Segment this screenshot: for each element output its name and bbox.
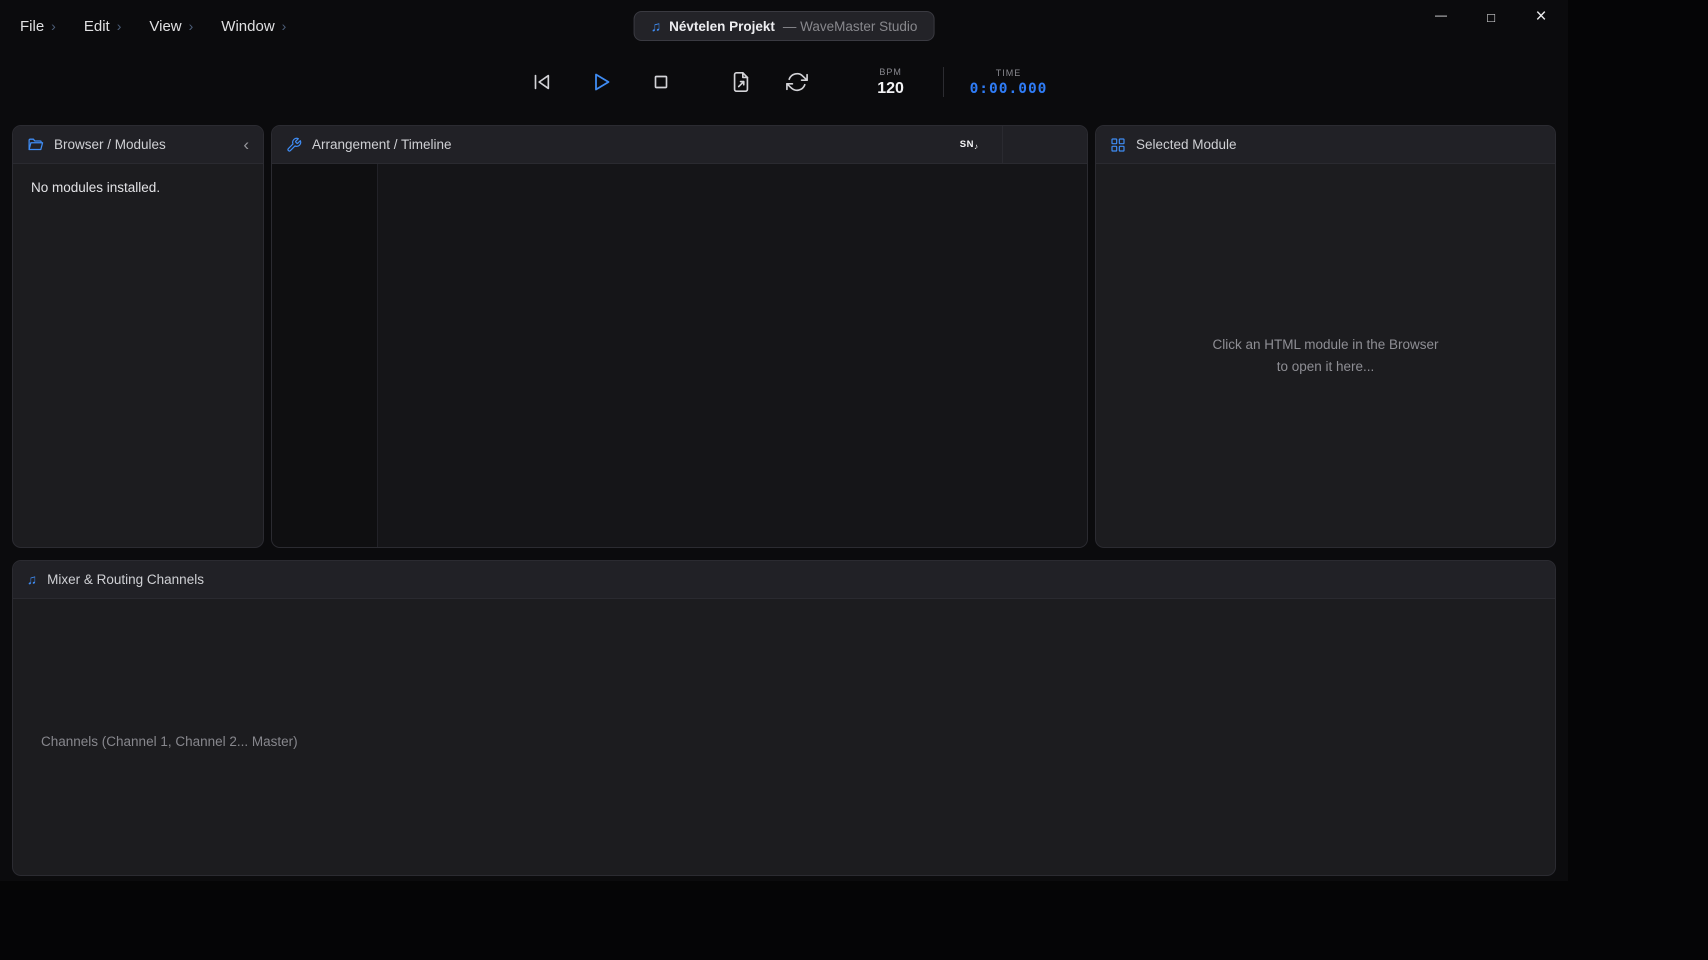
menu-edit-label: Edit	[83, 17, 110, 35]
selected-module-body: Click an HTML module in the Browser to o…	[1096, 164, 1555, 547]
selected-module-panel-header: Selected Module	[1096, 126, 1555, 164]
mixer-panel-body: Channels (Channel 1, Channel 2... Master…	[13, 599, 1555, 875]
menu-file[interactable]: File ›	[20, 18, 56, 35]
grid-icon	[1110, 137, 1126, 153]
time-value: 0:00.000	[969, 80, 1048, 97]
arrangement-panel-header: Arrangement / Timeline SN ♪	[272, 126, 1087, 164]
module-placeholder-text: Click an HTML module in the Browser to o…	[1212, 334, 1438, 377]
bpm-label: BPM	[879, 66, 902, 77]
project-name: Névtelen Projekt	[669, 18, 775, 34]
folder-icon	[27, 136, 44, 153]
close-button[interactable]: ×	[1516, 0, 1566, 34]
stop-button[interactable]	[641, 62, 681, 102]
menu-view-label: View	[149, 17, 182, 35]
app-name: — WaveMaster Studio	[782, 18, 918, 34]
menu-view[interactable]: View ›	[149, 18, 193, 35]
snap-label: SN	[959, 139, 974, 150]
app-window: File › Edit › View › Window › ♫ Névtelen…	[0, 0, 1568, 881]
mixer-panel: ♫ Mixer & Routing Channels Channels (Cha…	[12, 560, 1556, 876]
browser-panel-header: Browser / Modules ‹	[13, 126, 263, 164]
main-content: Browser / Modules ‹ No modules installed…	[0, 112, 1568, 876]
chevron-right-icon: ›	[188, 18, 194, 34]
loop-icon	[785, 72, 808, 92]
bpm-value: 120	[877, 79, 904, 97]
collapse-panel-icon[interactable]: ‹	[243, 136, 249, 153]
module-placeholder-line1: Click an HTML module in the Browser	[1212, 336, 1439, 352]
music-note-icon: ♫	[650, 18, 662, 34]
browser-panel-body: No modules installed.	[13, 164, 263, 547]
menu-window-label: Window	[221, 17, 275, 35]
loop-button[interactable]	[777, 62, 817, 102]
menu-window[interactable]: Window ›	[221, 18, 286, 35]
transport-file-buttons	[721, 62, 817, 102]
transport-main-buttons	[521, 62, 681, 102]
transport-divider	[942, 67, 944, 97]
arrangement-panel-body	[272, 164, 1087, 547]
chevron-right-icon: ›	[116, 18, 122, 34]
new-file-button[interactable]	[721, 62, 761, 102]
browser-panel: Browser / Modules ‹ No modules installed…	[12, 125, 264, 548]
no-modules-text: No modules installed.	[31, 180, 161, 195]
skip-to-start-button[interactable]	[521, 62, 561, 102]
top-panels-row: Browser / Modules ‹ No modules installed…	[12, 125, 1556, 548]
play-icon	[594, 73, 609, 91]
chevron-right-icon: ›	[281, 18, 287, 34]
module-placeholder-line2: to open it here...	[1276, 358, 1375, 374]
channels-placeholder-text: Channels (Channel 1, Channel 2... Master…	[41, 734, 298, 749]
selected-module-panel: Selected Module Click an HTML module in …	[1095, 125, 1556, 548]
timeline-canvas[interactable]	[378, 164, 1087, 547]
menu-edit[interactable]: Edit ›	[84, 18, 122, 35]
menu-file-label: File	[20, 17, 45, 35]
selected-module-panel-title: Selected Module	[1136, 137, 1237, 152]
skip-to-start-icon	[534, 74, 549, 90]
music-note-icon: ♫	[27, 572, 38, 587]
file-arrow-icon	[733, 72, 748, 92]
mixer-panel-header: ♫ Mixer & Routing Channels	[13, 561, 1555, 599]
minimize-icon: —	[1435, 8, 1447, 22]
minimize-button[interactable]: —	[1416, 0, 1466, 34]
time-display: TIME 0:00.000	[970, 68, 1048, 97]
chevron-right-icon: ›	[51, 18, 56, 34]
stop-icon	[654, 75, 667, 89]
arrangement-panel: Arrangement / Timeline SN ♪	[271, 125, 1088, 548]
window-controls: — □ ×	[1416, 0, 1566, 34]
maximize-icon: □	[1487, 9, 1495, 25]
project-title-pill[interactable]: ♫ Névtelen Projekt — WaveMaster Studio	[633, 11, 935, 41]
maximize-button[interactable]: □	[1466, 0, 1516, 34]
transport-bar: BPM 120 TIME 0:00.000	[0, 52, 1568, 112]
mixer-panel-title: Mixer & Routing Channels	[47, 572, 204, 587]
track-list-strip[interactable]	[272, 164, 378, 547]
header-divider	[1002, 126, 1003, 163]
snap-toggle[interactable]: SN ♪	[959, 139, 978, 151]
time-label: TIME	[995, 67, 1022, 78]
close-icon: ×	[1535, 6, 1547, 27]
wrench-icon	[286, 137, 302, 153]
play-button[interactable]	[581, 62, 621, 102]
browser-panel-title: Browser / Modules	[54, 137, 166, 152]
snap-note-icon: ♪	[974, 142, 978, 151]
titlebar: File › Edit › View › Window › ♫ Névtelen…	[0, 0, 1568, 52]
bpm-display[interactable]: BPM 120	[865, 67, 917, 98]
arrangement-panel-title: Arrangement / Timeline	[312, 137, 452, 152]
